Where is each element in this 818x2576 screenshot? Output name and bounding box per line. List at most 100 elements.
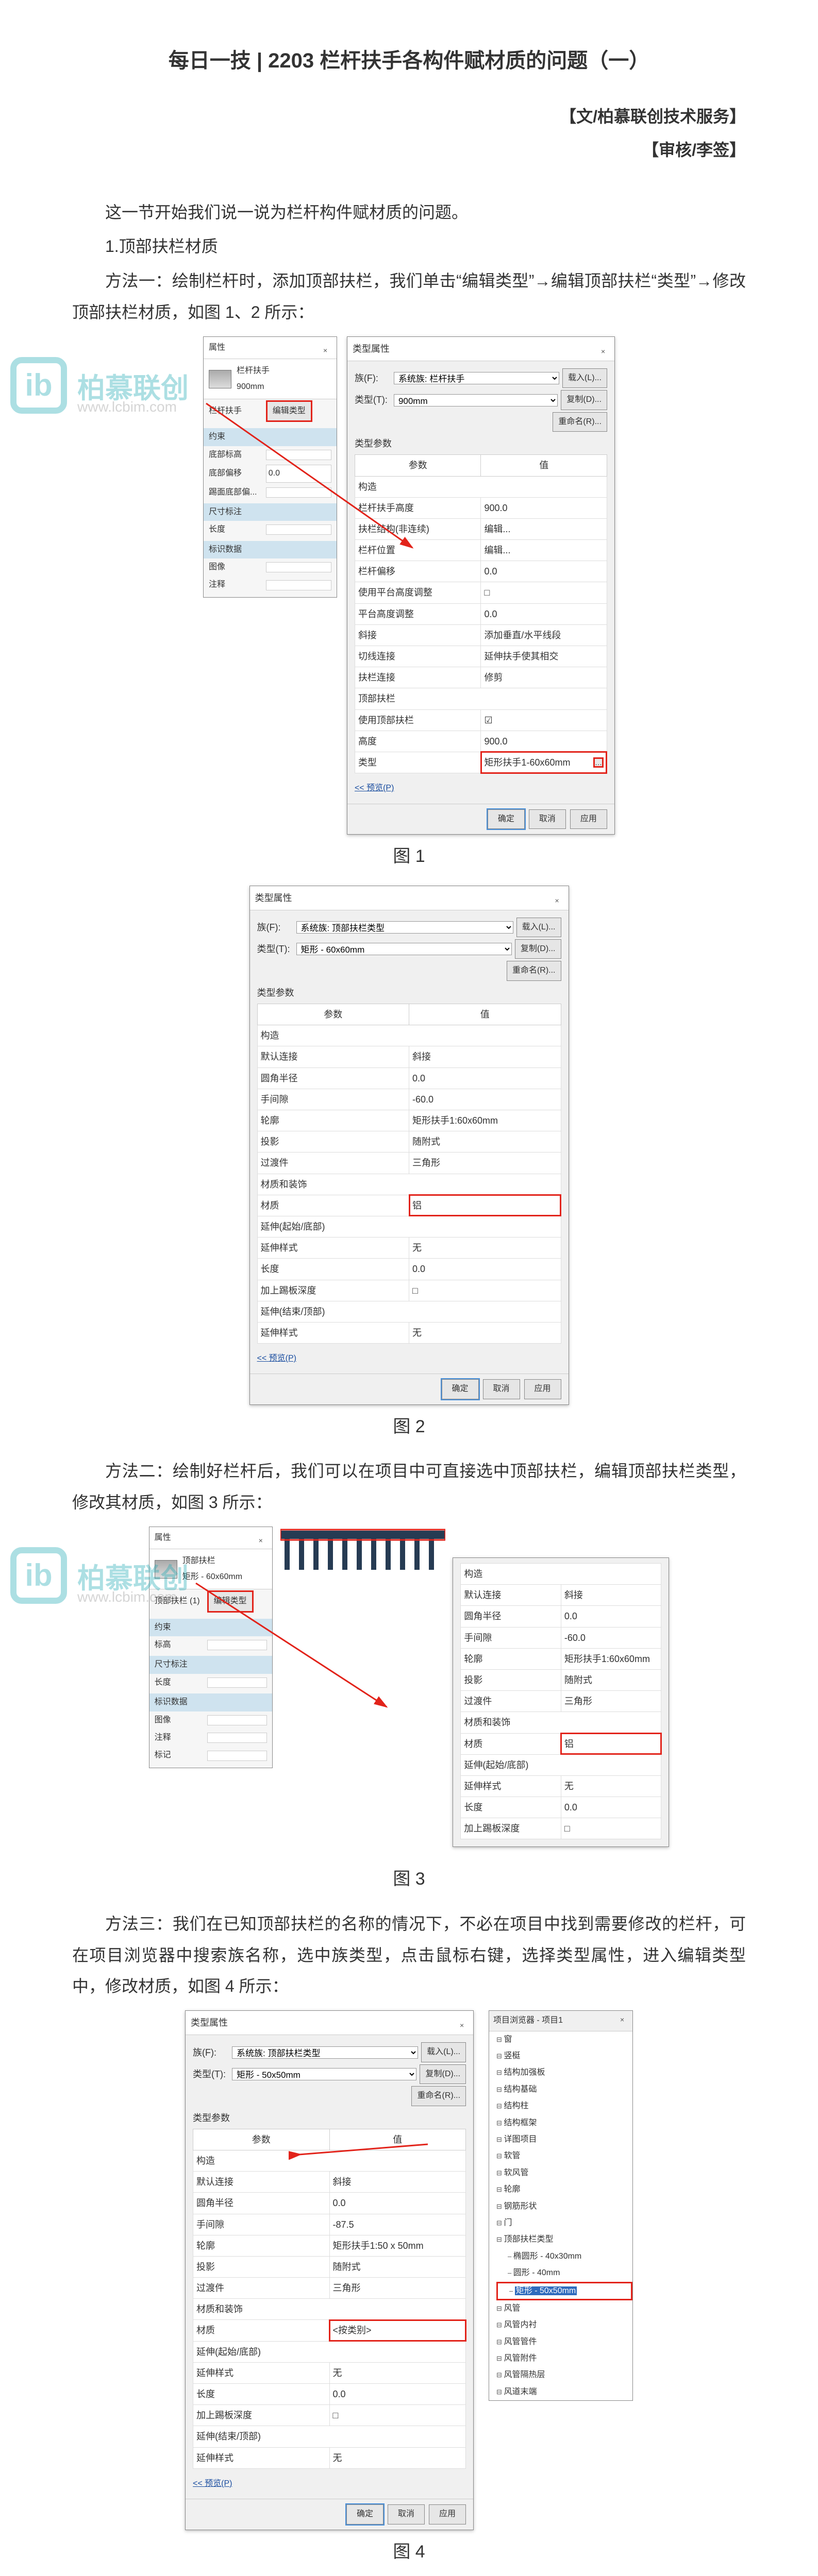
param-value[interactable]: □ (481, 582, 607, 603)
param-value[interactable]: 无 (329, 2362, 466, 2383)
param-value[interactable]: 0.0 (561, 1606, 661, 1627)
cancel-button[interactable]: 取消 (529, 809, 566, 829)
load-button[interactable]: 载入(L)... (516, 918, 561, 937)
tree-item[interactable]: 风管隔热层 (496, 2367, 632, 2383)
type-select[interactable]: 矩形 - 50x50mm (232, 2068, 416, 2080)
tree-item[interactable]: 结构框架 (496, 2115, 632, 2131)
param-value[interactable]: 900.0 (481, 731, 607, 752)
param-value[interactable]: 编辑... (481, 540, 607, 561)
param-value[interactable]: 铝 (561, 1733, 661, 1754)
palette-value[interactable] (207, 1715, 267, 1725)
palette-value[interactable] (266, 487, 331, 498)
param-value[interactable]: 矩形扶手1:50 x 50mm (329, 2235, 466, 2256)
palette-value[interactable] (266, 450, 331, 460)
tree-item[interactable]: 软风管 (496, 2165, 632, 2181)
param-value[interactable]: -60.0 (561, 1627, 661, 1648)
param-value[interactable]: □ (409, 1280, 561, 1301)
apply-button[interactable]: 应用 (524, 1379, 561, 1399)
tree-item[interactable]: 详图项目 (496, 2131, 632, 2148)
tree-item[interactable]: 软管 (496, 2148, 632, 2164)
tree-item[interactable]: 结构柱 (496, 2098, 632, 2114)
tree-item[interactable]: 结构加强板 (496, 2064, 632, 2081)
param-value[interactable]: -60.0 (409, 1089, 561, 1110)
tree-item[interactable]: 结构基础 (496, 2081, 632, 2098)
browse-button[interactable]: … (593, 757, 604, 768)
family-select[interactable]: 系统族: 栏杆扶手 (394, 372, 559, 384)
param-value[interactable]: □ (329, 2405, 466, 2426)
param-value[interactable]: 三角形 (329, 2278, 466, 2299)
load-button[interactable]: 载入(L)... (421, 2042, 466, 2062)
param-value[interactable]: 无 (409, 1322, 561, 1343)
param-value[interactable]: 矩形扶手1-60x60mm… (481, 752, 607, 773)
preview-link[interactable]: << 预览(P) (257, 1354, 296, 1363)
ok-button[interactable]: 确定 (442, 1379, 479, 1399)
preview-link[interactable]: << 预览(P) (193, 2479, 232, 2488)
tree-item[interactable]: 风管附件 (496, 2350, 632, 2367)
param-value[interactable]: -87.5 (329, 2214, 466, 2235)
palette-value[interactable] (207, 1733, 267, 1743)
apply-button[interactable]: 应用 (570, 809, 607, 829)
param-value[interactable]: 0.0 (481, 561, 607, 582)
param-value[interactable]: 添加垂直/水平线段 (481, 624, 607, 646)
param-value[interactable]: 0.0 (409, 1067, 561, 1089)
palette-value[interactable] (207, 1677, 267, 1688)
param-value[interactable]: 修剪 (481, 667, 607, 688)
close-icon[interactable]: × (620, 2013, 628, 2021)
family-select[interactable]: 系统族: 顶部扶栏类型 (296, 921, 513, 934)
rename-button[interactable]: 重命名(R)... (553, 412, 607, 432)
param-value[interactable]: 三角形 (409, 1153, 561, 1174)
tree-item[interactable]: 轮廓 (496, 2181, 632, 2198)
param-value[interactable]: 延伸扶手使其相交 (481, 646, 607, 667)
close-icon[interactable]: × (601, 345, 609, 353)
tree-item[interactable]: 矩形 - 50x50mm (496, 2282, 632, 2300)
close-icon[interactable]: × (259, 1534, 267, 1542)
ok-button[interactable]: 确定 (488, 809, 525, 829)
preview-link[interactable]: << 预览(P) (355, 784, 394, 792)
palette-value[interactable] (266, 524, 331, 535)
param-value[interactable]: 无 (561, 1775, 661, 1797)
edit-type-button[interactable]: 编辑类型 (266, 400, 312, 422)
param-value[interactable]: 无 (329, 2447, 466, 2468)
param-value[interactable]: <按类别> (329, 2320, 466, 2341)
param-value[interactable]: 随附式 (329, 2256, 466, 2277)
close-icon[interactable]: × (555, 894, 563, 902)
param-value[interactable]: 900.0 (481, 497, 607, 518)
palette-value[interactable] (266, 562, 331, 572)
palette-value[interactable]: 0.0 (266, 465, 331, 482)
close-icon[interactable]: × (460, 2019, 468, 2027)
param-value[interactable]: 0.0 (481, 603, 607, 624)
tree-item[interactable]: 顶部扶栏类型 (496, 2231, 632, 2248)
tree-item[interactable]: 风管 (496, 2300, 632, 2317)
load-button[interactable]: 载入(L)... (562, 368, 607, 388)
tree-item[interactable]: 风管内衬 (496, 2317, 632, 2333)
copy-button[interactable]: 复制(D)... (420, 2064, 466, 2084)
edit-type-button[interactable]: 编辑类型 (207, 1590, 254, 1612)
tree-item[interactable]: 门 (496, 2215, 632, 2231)
param-value[interactable]: 矩形扶手1:60x60mm (409, 1110, 561, 1131)
tree-item[interactable]: 窗 (496, 2031, 632, 2048)
tree-item[interactable]: 风道末端 (496, 2384, 632, 2400)
param-value[interactable]: 编辑... (481, 518, 607, 539)
type-select[interactable]: 矩形 - 60x60mm (296, 943, 512, 955)
param-value[interactable]: 斜接 (329, 2172, 466, 2193)
ok-button[interactable]: 确定 (346, 2504, 383, 2524)
param-value[interactable]: 铝 (409, 1195, 561, 1216)
param-value[interactable]: □ (561, 1818, 661, 1839)
close-icon[interactable]: × (323, 344, 331, 352)
param-value[interactable]: 矩形扶手1:60x60mm (561, 1648, 661, 1669)
tree-item[interactable]: 钢筋形状 (496, 2198, 632, 2215)
tree-item[interactable]: 竖梃 (496, 2048, 632, 2064)
rename-button[interactable]: 重命名(R)... (507, 961, 561, 980)
param-value[interactable]: 无 (409, 1238, 561, 1259)
rename-button[interactable]: 重命名(R)... (411, 2086, 466, 2106)
copy-button[interactable]: 复制(D)... (515, 939, 561, 959)
param-value[interactable]: 随附式 (409, 1131, 561, 1153)
param-value[interactable]: 0.0 (409, 1259, 561, 1280)
param-value[interactable]: 随附式 (561, 1669, 661, 1690)
cancel-button[interactable]: 取消 (483, 1379, 520, 1399)
family-select[interactable]: 系统族: 顶部扶栏类型 (232, 2046, 418, 2059)
param-value[interactable]: 0.0 (329, 2384, 466, 2405)
type-select[interactable]: 900mm (394, 394, 558, 406)
apply-button[interactable]: 应用 (429, 2504, 466, 2524)
copy-button[interactable]: 复制(D)... (561, 390, 607, 410)
